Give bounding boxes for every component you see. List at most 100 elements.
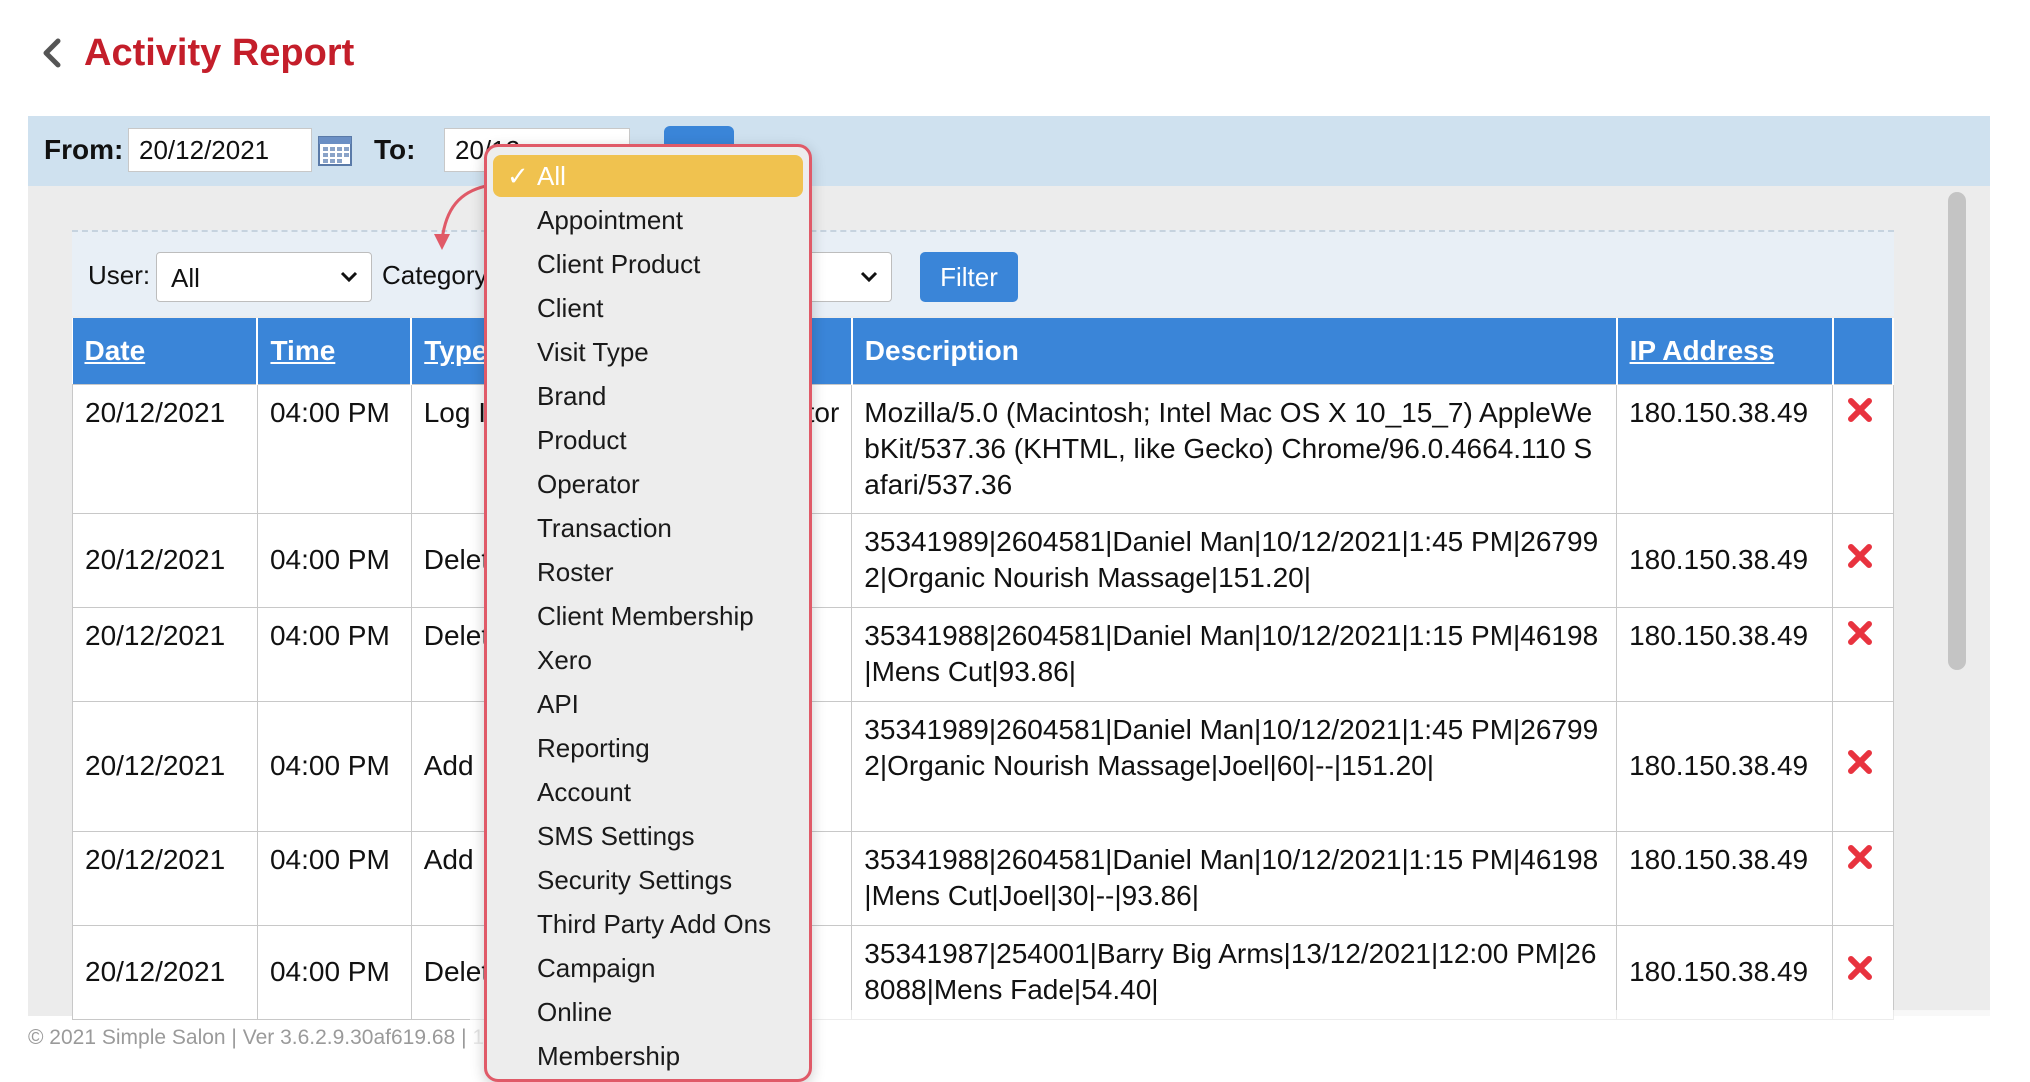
table-row: 20/12/2021 04:00 PM Delete 35341988|2604… [72, 606, 1894, 702]
cell-date: 20/12/2021 [72, 606, 258, 702]
dropdown-item-client-product[interactable]: Client Product [493, 243, 803, 285]
calendar-icon[interactable] [318, 134, 352, 166]
delete-x-icon[interactable] [1845, 953, 1875, 983]
dropdown-item-label: API [537, 689, 579, 719]
dropdown-item-label: Client [537, 293, 604, 323]
delete-x-icon[interactable] [1845, 618, 1875, 648]
cell-date: 20/12/2021 [72, 830, 258, 926]
filter-bar: User: All Category Filter [72, 230, 1894, 316]
page-title: Activity Report [84, 31, 355, 74]
dropdown-item-transaction[interactable]: Transaction [493, 507, 803, 549]
user-select[interactable]: All [156, 252, 372, 302]
cell-action [1832, 512, 1894, 608]
cell-action [1832, 383, 1894, 514]
user-select-value: All [171, 263, 200, 293]
vertical-scrollbar-thumb[interactable] [1948, 192, 1966, 670]
dropdown-item-label: All [537, 161, 566, 191]
delete-x-icon[interactable] [1845, 541, 1875, 571]
dropdown-item-label: Membership [537, 1041, 681, 1071]
category-dropdown-menu[interactable]: ✓ All Appointment Client Product Client Visit… [484, 144, 812, 1082]
dropdown-item-operator[interactable]: Operator [493, 463, 803, 505]
from-label: From: [44, 134, 124, 165]
dropdown-item-roster[interactable]: Roster [493, 551, 803, 593]
dropdown-item-label: Client Product [537, 249, 701, 279]
cell-ip: 180.150.38.49 [1616, 606, 1834, 702]
dropdown-item-account[interactable]: Account [493, 771, 803, 813]
delete-x-icon[interactable] [1845, 842, 1875, 872]
delete-x-icon[interactable] [1845, 395, 1875, 425]
table-row: 20/12/2021 04:00 PM Add 35341989|2604581… [72, 700, 1894, 832]
dropdown-item-label: Brand [537, 381, 607, 411]
sort-time-link[interactable]: Time [270, 335, 335, 366]
dropdown-item-appointment[interactable]: Appointment [493, 199, 803, 241]
sort-ip-link[interactable]: IP Address [1630, 335, 1775, 366]
cell-ip: 180.150.38.49 [1616, 830, 1834, 926]
table-row: 20/12/2021 04:00 PM Delete 35341989|2604… [72, 512, 1894, 608]
from-date-input[interactable]: 20/12/2021 [128, 128, 312, 172]
cell-description: 35341987|254001|Barry Big Arms|13/12/202… [851, 924, 1618, 1020]
dropdown-item-xero[interactable]: Xero [493, 639, 803, 681]
dropdown-item-label: Online [537, 997, 613, 1027]
cell-description: Mozilla/5.0 (Macintosh; Intel Mac OS X 1… [851, 383, 1618, 514]
chevron-down-icon [340, 271, 358, 283]
header-date[interactable]: Date [72, 318, 259, 384]
cell-date: 20/12/2021 [72, 700, 258, 832]
cell-action [1832, 606, 1894, 702]
activity-table: Date Time Type Description IP Address 20… [72, 318, 1895, 1020]
to-label: To: [374, 134, 416, 165]
dropdown-item-label: Client Membership [537, 601, 754, 631]
chevron-left-icon[interactable] [38, 37, 64, 69]
dropdown-item-label: SMS Settings [537, 821, 695, 851]
dropdown-item-client[interactable]: Client [493, 287, 803, 329]
dropdown-item-membership[interactable]: Membership [493, 1035, 803, 1077]
category-label: Category [382, 260, 488, 290]
dropdown-item-brand[interactable]: Brand [493, 375, 803, 417]
sort-date-link[interactable]: Date [85, 335, 146, 366]
cell-ip: 180.150.38.49 [1616, 512, 1834, 608]
chevron-down-icon [860, 271, 878, 283]
cell-description: 35341988|2604581|Daniel Man|10/12/2021|1… [851, 606, 1618, 702]
dropdown-item-third-party-add-ons[interactable]: Third Party Add Ons [493, 903, 803, 945]
filter-button[interactable]: Filter [920, 252, 1018, 302]
checkmark-icon: ✓ [507, 161, 529, 191]
title-bar: Activity Report [38, 28, 354, 78]
cell-action [1832, 700, 1894, 832]
cell-time: 04:00 PM [256, 383, 412, 514]
cell-date: 20/12/2021 [72, 924, 258, 1020]
cell-date: 20/12/2021 [72, 383, 258, 514]
cell-date: 20/12/2021 [72, 512, 258, 608]
dropdown-item-security-settings[interactable]: Security Settings [493, 859, 803, 901]
cell-description: 35341989|2604581|Daniel Man|10/12/2021|1… [851, 700, 1618, 832]
dropdown-item-label: Third Party Add Ons [537, 909, 772, 939]
table-row: 20/12/2021 04:00 PM Add 35341988|2604581… [72, 830, 1894, 926]
header-ip[interactable]: IP Address [1616, 318, 1834, 384]
cell-ip: 180.150.38.49 [1616, 700, 1834, 832]
dropdown-item-visit-type[interactable]: Visit Type [493, 331, 803, 373]
dropdown-item-all[interactable]: ✓ All [493, 155, 803, 197]
dropdown-item-api[interactable]: API [493, 683, 803, 725]
user-label: User: [88, 260, 151, 290]
dropdown-item-label: Appointment [537, 205, 683, 235]
dropdown-item-label: Product [537, 425, 627, 455]
content-panel: User: All Category Filter Date Time Type… [28, 186, 1990, 1020]
footer-text: © 2021 Simple Salon | Ver 3.6.2.9.30af61… [28, 1026, 485, 1049]
dropdown-item-label: Roster [537, 557, 614, 587]
dropdown-item-sms-settings[interactable]: SMS Settings [493, 815, 803, 857]
dropdown-item-label: Visit Type [537, 337, 649, 367]
dropdown-item-online[interactable]: Online [493, 991, 803, 1033]
delete-x-icon[interactable] [1845, 747, 1875, 777]
dropdown-item-product[interactable]: Product [493, 419, 803, 461]
cell-time: 04:00 PM [256, 924, 412, 1020]
cell-description: 35341988|2604581|Daniel Man|10/12/2021|1… [851, 830, 1618, 926]
header-time[interactable]: Time [257, 318, 413, 384]
date-range-bar: From: 20/12/2021 To: 20/12 [28, 116, 1990, 186]
dropdown-item-client-membership[interactable]: Client Membership [493, 595, 803, 637]
dropdown-item-reporting[interactable]: Reporting [493, 727, 803, 769]
cell-time: 04:00 PM [256, 606, 412, 702]
dropdown-item-label: Campaign [537, 953, 656, 983]
dropdown-item-campaign[interactable]: Campaign [493, 947, 803, 989]
sort-type-link[interactable]: Type [424, 335, 487, 366]
header-description: Description [851, 318, 1618, 384]
cell-time: 04:00 PM [256, 700, 412, 832]
cell-ip: 180.150.38.49 [1616, 383, 1834, 514]
